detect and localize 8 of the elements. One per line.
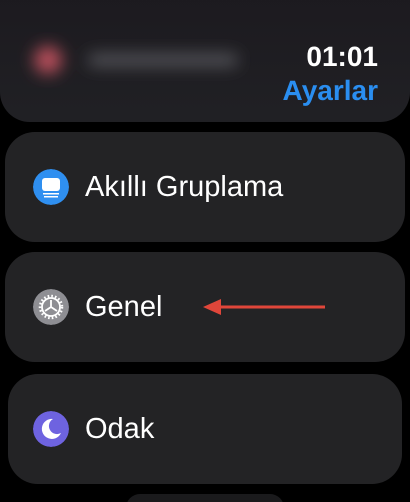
settings-item[interactable]: Akıllı Gruplama [5,132,405,242]
item-label: Akıllı Gruplama [85,170,284,204]
item-label: Genel [85,290,162,324]
settings-item[interactable]: Genel [5,252,405,362]
clock-time: 01:01 [306,40,378,74]
page-title: Ayarlar [282,74,378,108]
settings-item[interactable]: Odak [8,374,402,484]
item-label: Odak [85,412,154,446]
